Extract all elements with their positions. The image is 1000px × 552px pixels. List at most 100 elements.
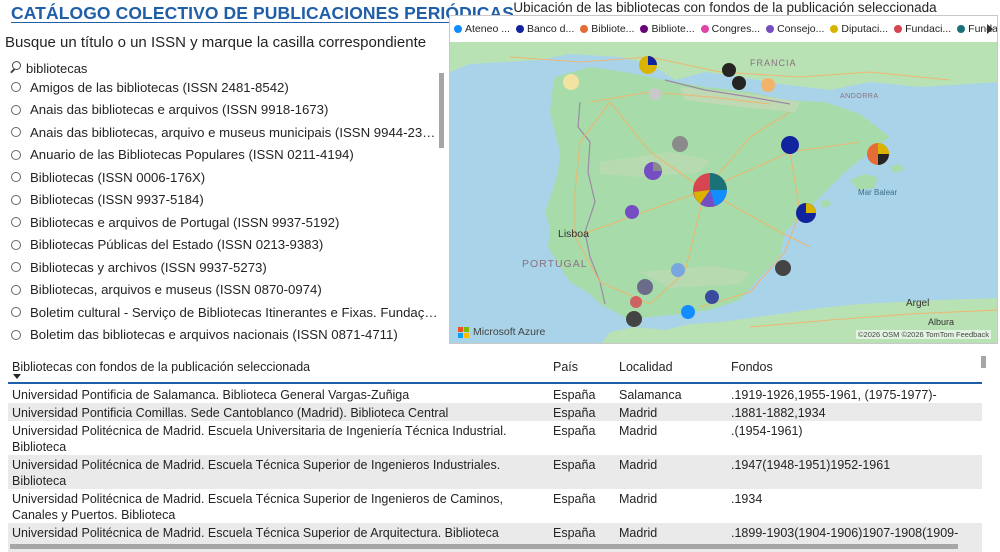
land-menorca	[890, 164, 904, 173]
slicer-item-label: Anais das bibliotecas, arquivo e museus …	[30, 124, 440, 140]
legend-item[interactable]: Fundaci...	[894, 23, 951, 35]
column-header-country[interactable]: País	[553, 360, 578, 374]
slicer-item[interactable]: Bibliotecas y archivos (ISSN 9937-5273)	[8, 256, 440, 279]
cell-locality: Madrid	[619, 424, 658, 438]
radio-button-icon[interactable]	[11, 329, 21, 340]
legend-item[interactable]: Congres...	[700, 23, 761, 35]
map-marker[interactable]	[732, 76, 746, 90]
map-marker[interactable]	[761, 78, 775, 92]
map-marker[interactable]	[878, 143, 889, 154]
label-andorra: ANDORRA	[840, 93, 879, 100]
cell-holdings: .1919-1926,1955-1961, (1975-1977)-	[731, 388, 937, 402]
slicer-item-label: Anais das bibliotecas e arquivos (ISSN 9…	[30, 102, 329, 118]
slicer-item[interactable]: Bibliotecas e arquivos de Portugal (ISSN…	[8, 211, 440, 234]
radio-button-icon[interactable]	[11, 262, 21, 273]
cell-country: España	[553, 492, 596, 506]
legend-item[interactable]: Bibliote...	[580, 23, 634, 35]
map-marker[interactable]	[705, 290, 719, 304]
map-legend: Ateneo ... Banco d... Bibliote... Bibliote.…	[450, 16, 997, 42]
table-vertical-scrollbar[interactable]	[981, 356, 986, 368]
radio-button-icon[interactable]	[11, 194, 21, 205]
slicer-item[interactable]: Boletim cultural - Serviço de Biblioteca…	[8, 301, 440, 324]
cell-library: Universidad Politécnica de Madrid. Escue…	[12, 458, 501, 488]
map-marker[interactable]	[878, 154, 889, 165]
map-marker[interactable]	[775, 260, 791, 276]
cell-country: España	[553, 406, 596, 420]
map-marker[interactable]	[626, 311, 642, 327]
slicer-item[interactable]: Bibliotecas Públicas del Estado (ISSN 02…	[8, 234, 440, 257]
map-visual[interactable]: Ateneo ... Banco d... Bibliote... Bibliote.…	[449, 15, 998, 344]
slicer-item[interactable]: Anais das bibliotecas, arquivo e museus …	[8, 121, 440, 144]
table-row[interactable]: Universidad Politécnica de Madrid. Escue…	[8, 489, 982, 523]
slicer-item-label: Anuario de las Bibliotecas Populares (IS…	[30, 147, 354, 163]
radio-button-icon[interactable]	[11, 104, 21, 115]
slicer-item[interactable]: Anuario de las Bibliotecas Populares (IS…	[8, 144, 440, 167]
slicer-item[interactable]: Anais das bibliotecas e arquivos (ISSN 9…	[8, 99, 440, 122]
table-row[interactable]: Universidad Politécnica de Madrid. Escue…	[8, 455, 982, 489]
legend-label: Bibliote...	[591, 23, 635, 35]
column-header-library[interactable]: Bibliotecas con fondos de la publicación…	[12, 360, 310, 374]
legend-item[interactable]: Diputaci...	[830, 23, 888, 35]
legend-dot-icon	[894, 25, 903, 33]
legend-dot-icon	[830, 25, 839, 33]
slicer-item[interactable]: Bibliotecas, arquivos e museus (ISSN 087…	[8, 279, 440, 302]
map-provider: Microsoft Azure	[473, 326, 546, 338]
slicer-item[interactable]: Bibliotecas (ISSN 9937-5184)	[8, 189, 440, 212]
map-marker[interactable]	[625, 205, 639, 219]
radio-button-icon[interactable]	[11, 149, 21, 160]
search-input[interactable]	[26, 60, 406, 76]
legend-label: Bibliote...	[651, 23, 695, 35]
slicer-item-label: Bibliotecas (ISSN 9937-5184)	[30, 192, 204, 208]
legend-item[interactable]: Ateneo ...	[454, 23, 510, 35]
slicer-item-label: Boletim cultural - Serviço de Biblioteca…	[30, 304, 440, 320]
cell-country: España	[553, 424, 596, 438]
column-header-holdings[interactable]: Fondos	[731, 360, 773, 374]
slicer-scrollbar[interactable]	[439, 73, 444, 148]
map-marker[interactable]	[563, 74, 579, 90]
map-marker[interactable]	[649, 88, 661, 100]
table-horizontal-scrollbar[interactable]	[10, 544, 958, 549]
map-marker[interactable]	[722, 63, 736, 77]
map-canvas[interactable]: FRANCIA ANDORRA Lisboa PORTUGAL Mar Bale…	[450, 42, 998, 344]
radio-button-icon[interactable]	[11, 307, 21, 318]
legend-item[interactable]: Bibliote...	[640, 23, 695, 35]
map-marker[interactable]	[681, 305, 695, 319]
legend-label: Congres...	[711, 23, 761, 35]
map-marker[interactable]	[781, 136, 799, 154]
legend-next-arrow-icon[interactable]	[987, 24, 993, 34]
radio-button-icon[interactable]	[11, 127, 21, 138]
column-header-locality[interactable]: Localidad	[619, 360, 673, 374]
radio-button-icon[interactable]	[11, 172, 21, 183]
legend-label: Consejo...	[777, 23, 825, 35]
map-marker[interactable]	[671, 263, 685, 277]
radio-button-icon[interactable]	[11, 82, 21, 93]
slicer-item[interactable]: Amigos de las bibliotecas (ISSN 2481-854…	[8, 76, 440, 99]
map-marker[interactable]	[806, 203, 816, 213]
legend-dot-icon	[766, 25, 775, 33]
legend-dot-icon	[640, 25, 649, 33]
cell-country: España	[553, 526, 596, 540]
map-copyright[interactable]: ©2026 OSM ©2026 TomTom Feedback	[856, 330, 991, 339]
legend-item[interactable]: Consejo...	[766, 23, 824, 35]
slicer-item-label: Bibliotecas e arquivos de Portugal (ISSN…	[30, 214, 340, 230]
cell-locality: Madrid	[619, 526, 658, 540]
cell-library: Universidad Politécnica de Madrid. Escue…	[12, 492, 504, 522]
slicer-item[interactable]: Bibliotecas (ISSN 0006-176X)	[8, 166, 440, 189]
radio-button-icon[interactable]	[11, 217, 21, 228]
search-box[interactable]	[8, 59, 438, 77]
cell-holdings: .1947(1948-1951)1952-1961	[731, 458, 891, 472]
map-marker[interactable]	[672, 136, 688, 152]
table-row[interactable]: Universidad Politécnica de Madrid. Escue…	[8, 421, 982, 455]
legend-item[interactable]: Banco d...	[515, 23, 575, 35]
title-slicer-list[interactable]: Amigos de las bibliotecas (ISSN 2481-854…	[8, 76, 440, 346]
map-marker[interactable]	[637, 279, 653, 295]
sort-descending-icon[interactable]	[13, 374, 21, 379]
slicer-item[interactable]: Boletim das bibliotecas e arquivos nacio…	[8, 324, 440, 347]
legend-label: Banco d...	[526, 23, 575, 35]
table-row[interactable]: Universidad Pontificia Comillas. Sede Ca…	[8, 403, 982, 421]
map-marker[interactable]	[630, 296, 642, 308]
table-row[interactable]: Universidad Pontificia de Salamanca. Bib…	[8, 385, 982, 403]
radio-button-icon[interactable]	[11, 239, 21, 250]
land-ibiza	[820, 199, 831, 208]
radio-button-icon[interactable]	[11, 284, 21, 295]
